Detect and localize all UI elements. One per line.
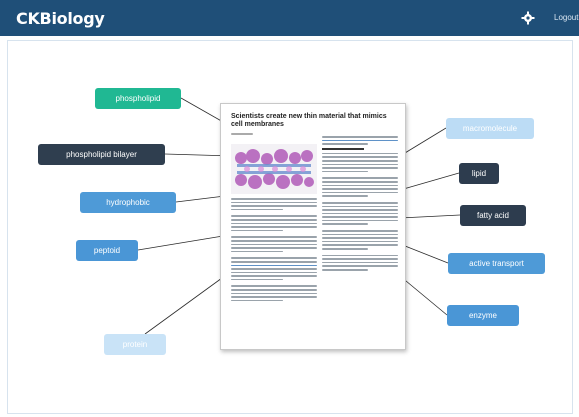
article-right-column bbox=[322, 136, 398, 273]
text-line bbox=[231, 296, 317, 298]
text-line bbox=[231, 268, 317, 270]
text-line bbox=[322, 184, 398, 187]
text-line bbox=[322, 209, 398, 211]
text-line bbox=[322, 240, 398, 243]
connector-peptoid bbox=[137, 235, 224, 251]
text-line bbox=[231, 292, 317, 295]
text-line bbox=[322, 201, 398, 204]
text-line bbox=[322, 261, 398, 264]
text-line-link bbox=[322, 139, 398, 142]
text-line bbox=[322, 188, 398, 190]
text-line bbox=[231, 247, 317, 249]
text-line bbox=[322, 248, 368, 250]
tag-macromolecule[interactable]: macromolecule bbox=[446, 118, 534, 139]
text-line bbox=[322, 167, 398, 169]
text-line bbox=[322, 156, 398, 158]
text-line bbox=[231, 260, 317, 263]
article-date bbox=[231, 133, 253, 137]
text-line bbox=[322, 258, 398, 260]
text-line bbox=[231, 218, 317, 221]
text-line bbox=[322, 191, 398, 194]
text-line bbox=[322, 230, 398, 232]
text-line bbox=[322, 205, 398, 208]
tag-phospholipid-bilayer[interactable]: phospholipid bilayer bbox=[38, 144, 165, 165]
text-line-link bbox=[231, 264, 317, 267]
text-line bbox=[322, 212, 398, 215]
text-line bbox=[322, 219, 398, 222]
text-line bbox=[322, 269, 368, 271]
text-line bbox=[231, 201, 317, 204]
text-line bbox=[322, 136, 398, 138]
connector-active-transport bbox=[399, 243, 449, 264]
text-line bbox=[322, 177, 398, 179]
tag-hydrophobic[interactable]: hydrophobic bbox=[80, 192, 176, 213]
text-line bbox=[322, 265, 398, 267]
text-line bbox=[231, 275, 317, 277]
text-line bbox=[231, 243, 317, 246]
text-line bbox=[231, 229, 283, 232]
connector-macromolecule bbox=[399, 127, 447, 157]
text-line bbox=[231, 222, 317, 225]
text-line bbox=[231, 226, 317, 228]
article-left-column bbox=[231, 198, 317, 303]
text-line bbox=[322, 244, 398, 247]
text-line bbox=[231, 299, 283, 302]
text-line bbox=[322, 195, 368, 197]
text-line bbox=[231, 278, 283, 281]
text-line bbox=[231, 198, 317, 200]
text-line bbox=[322, 223, 368, 226]
date-line bbox=[231, 133, 253, 135]
text-line bbox=[231, 205, 317, 207]
text-line bbox=[231, 271, 317, 274]
connector-lipid bbox=[399, 172, 460, 191]
tag-active-transport[interactable]: active transport bbox=[448, 253, 545, 274]
text-line bbox=[231, 257, 317, 259]
text-line bbox=[231, 215, 317, 217]
text-line bbox=[322, 152, 398, 155]
text-line bbox=[322, 180, 398, 183]
text-line bbox=[322, 143, 368, 145]
tag-enzyme[interactable]: enzyme bbox=[447, 305, 519, 326]
tag-protein[interactable]: protein bbox=[104, 334, 166, 355]
article-title: Scientists create new thin material that… bbox=[231, 113, 387, 128]
text-line bbox=[231, 289, 317, 291]
text-line bbox=[322, 163, 398, 166]
text-line bbox=[231, 236, 317, 238]
text-line bbox=[322, 159, 398, 162]
text-line bbox=[231, 250, 283, 253]
text-line bbox=[322, 233, 398, 236]
tag-phospholipid[interactable]: phospholipid bbox=[95, 88, 181, 109]
text-line bbox=[231, 239, 317, 242]
text-line bbox=[322, 254, 398, 257]
connector-fatty-acid bbox=[399, 214, 461, 219]
connector-protein bbox=[144, 277, 223, 335]
tag-peptoid[interactable]: peptoid bbox=[76, 240, 138, 261]
molecule-illustration bbox=[231, 144, 317, 194]
tag-fatty-acid[interactable]: fatty acid bbox=[460, 205, 526, 226]
tag-lipid[interactable]: lipid bbox=[459, 163, 499, 184]
connector-hydrophobic bbox=[175, 195, 226, 203]
article-document: Scientists create new thin material that… bbox=[220, 103, 406, 350]
membrane-molecule-image bbox=[231, 144, 317, 194]
connector-enzyme bbox=[399, 275, 448, 316]
text-line bbox=[231, 285, 317, 288]
text-line bbox=[231, 208, 283, 211]
text-line bbox=[322, 216, 398, 218]
text-line bbox=[322, 237, 398, 239]
section-subhead bbox=[322, 147, 364, 150]
text-line bbox=[322, 170, 368, 173]
